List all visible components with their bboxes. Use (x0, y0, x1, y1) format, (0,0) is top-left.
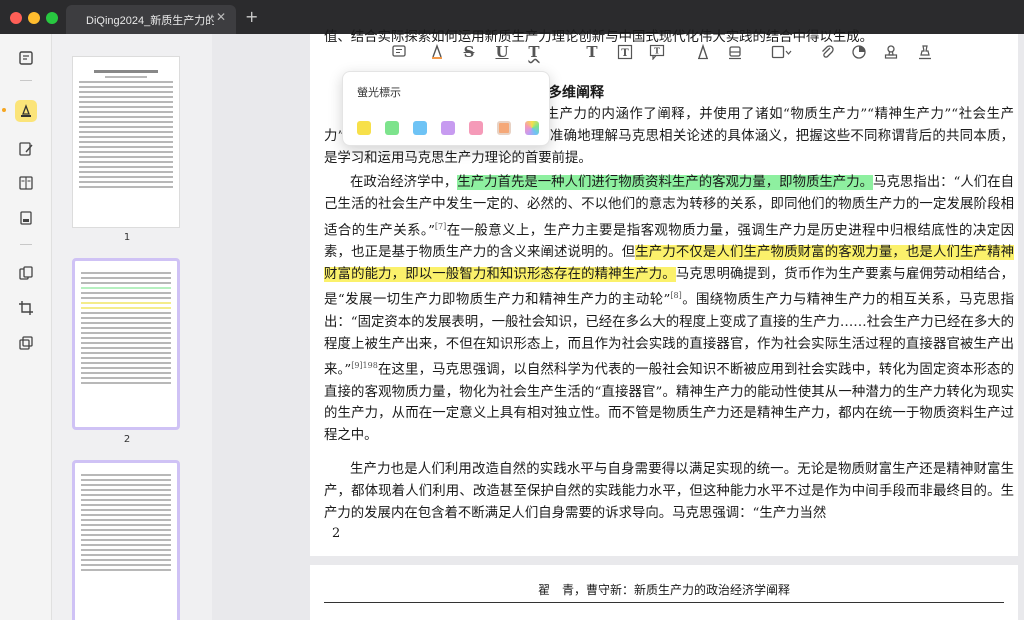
signature-icon[interactable] (913, 40, 937, 64)
paragraph-2: 在政治经济学中，生产力首先是一种人们进行物质资料生产的客观力量，即物质生产力。马… (324, 175, 1015, 444)
citation-ref: [9]198 (351, 361, 378, 371)
document-tab[interactable]: DiQing2024_新质生产力的 ✕ (66, 5, 236, 34)
swatch-pink[interactable] (469, 121, 483, 135)
active-indicator (2, 108, 6, 112)
redact-icon[interactable] (15, 207, 37, 229)
rail-divider (20, 244, 32, 245)
thumbnail-page-1[interactable] (72, 56, 180, 228)
highlighter-icon[interactable] (15, 100, 37, 122)
section-heading: 多维阐释 (548, 85, 604, 101)
running-head: 翟 青，曹守新：新质生产力的政治经济学阐释 (537, 583, 790, 597)
tool-rail (0, 34, 52, 620)
text-callout-icon[interactable]: T (645, 40, 669, 64)
attachment-icon[interactable] (815, 40, 839, 64)
swatch-orange[interactable] (497, 121, 511, 135)
svg-text:T: T (654, 46, 660, 56)
minimize-window-button[interactable] (28, 12, 40, 24)
citation-ref: [8] (670, 291, 682, 301)
tab-title: DiQing2024_新质生产力的 (86, 15, 214, 27)
thumbnail-page-2[interactable] (72, 258, 180, 430)
swatch-blue[interactable] (413, 121, 427, 135)
crop-icon[interactable] (15, 297, 37, 319)
custom-color-icon[interactable] (525, 121, 539, 135)
zoom-window-button[interactable] (46, 12, 58, 24)
reader-icon[interactable] (15, 47, 37, 69)
squiggly-underline-icon[interactable]: T (522, 40, 546, 64)
area-highlight-icon[interactable] (847, 40, 871, 64)
eraser-icon[interactable] (723, 40, 747, 64)
form-icon[interactable] (15, 172, 37, 194)
citation-ref: [7] (434, 221, 447, 231)
thumbnail-panel: 1 2 (52, 34, 212, 620)
textbox-icon[interactable]: T (613, 40, 637, 64)
edit-pdf-icon[interactable] (15, 138, 37, 160)
thumbnail-page-3[interactable] (72, 460, 180, 620)
swatch-purple[interactable] (441, 121, 455, 135)
shape-icon[interactable] (767, 40, 797, 64)
paragraph-3: 生产力也是人们利用改造自然的实践水平与自身需要得以满足实现的统一。无论是物质财富… (324, 462, 1014, 521)
highlight-icon[interactable] (425, 40, 449, 64)
annotation-toolbar: S U T T T T (387, 40, 957, 64)
tab-close-icon[interactable]: ✕ (216, 10, 226, 24)
header-rule (324, 602, 1004, 603)
next-pdf-page: 翟 青，曹守新：新质生产力的政治经济学阐释 (310, 565, 1018, 620)
swatch-green[interactable] (385, 121, 399, 135)
strikethrough-icon[interactable]: S (457, 40, 481, 64)
batch-icon[interactable] (15, 332, 37, 354)
comment-icon[interactable] (387, 40, 411, 64)
thumbnail-page-number: 2 (123, 434, 131, 445)
rail-divider (20, 80, 32, 81)
page-number: 2 (332, 526, 341, 541)
organize-pages-icon[interactable] (15, 262, 37, 284)
highlight-color-popup: 螢光標示 (342, 71, 550, 146)
thumbnail-page-number: 1 (123, 232, 131, 243)
pencil-icon[interactable] (691, 40, 715, 64)
close-window-button[interactable] (10, 12, 22, 24)
svg-text:T: T (621, 48, 629, 59)
green-highlight[interactable]: 生产力首先是一种人们进行物质资料生产的客观力量，即物质生产力。 (457, 175, 874, 190)
swatch-yellow[interactable] (357, 121, 371, 135)
stamp-icon[interactable] (879, 40, 903, 64)
underline-icon[interactable]: U (490, 40, 514, 64)
popup-title: 螢光標示 (357, 86, 401, 99)
new-tab-button[interactable]: + (245, 7, 258, 26)
text-icon[interactable]: T (580, 40, 604, 64)
